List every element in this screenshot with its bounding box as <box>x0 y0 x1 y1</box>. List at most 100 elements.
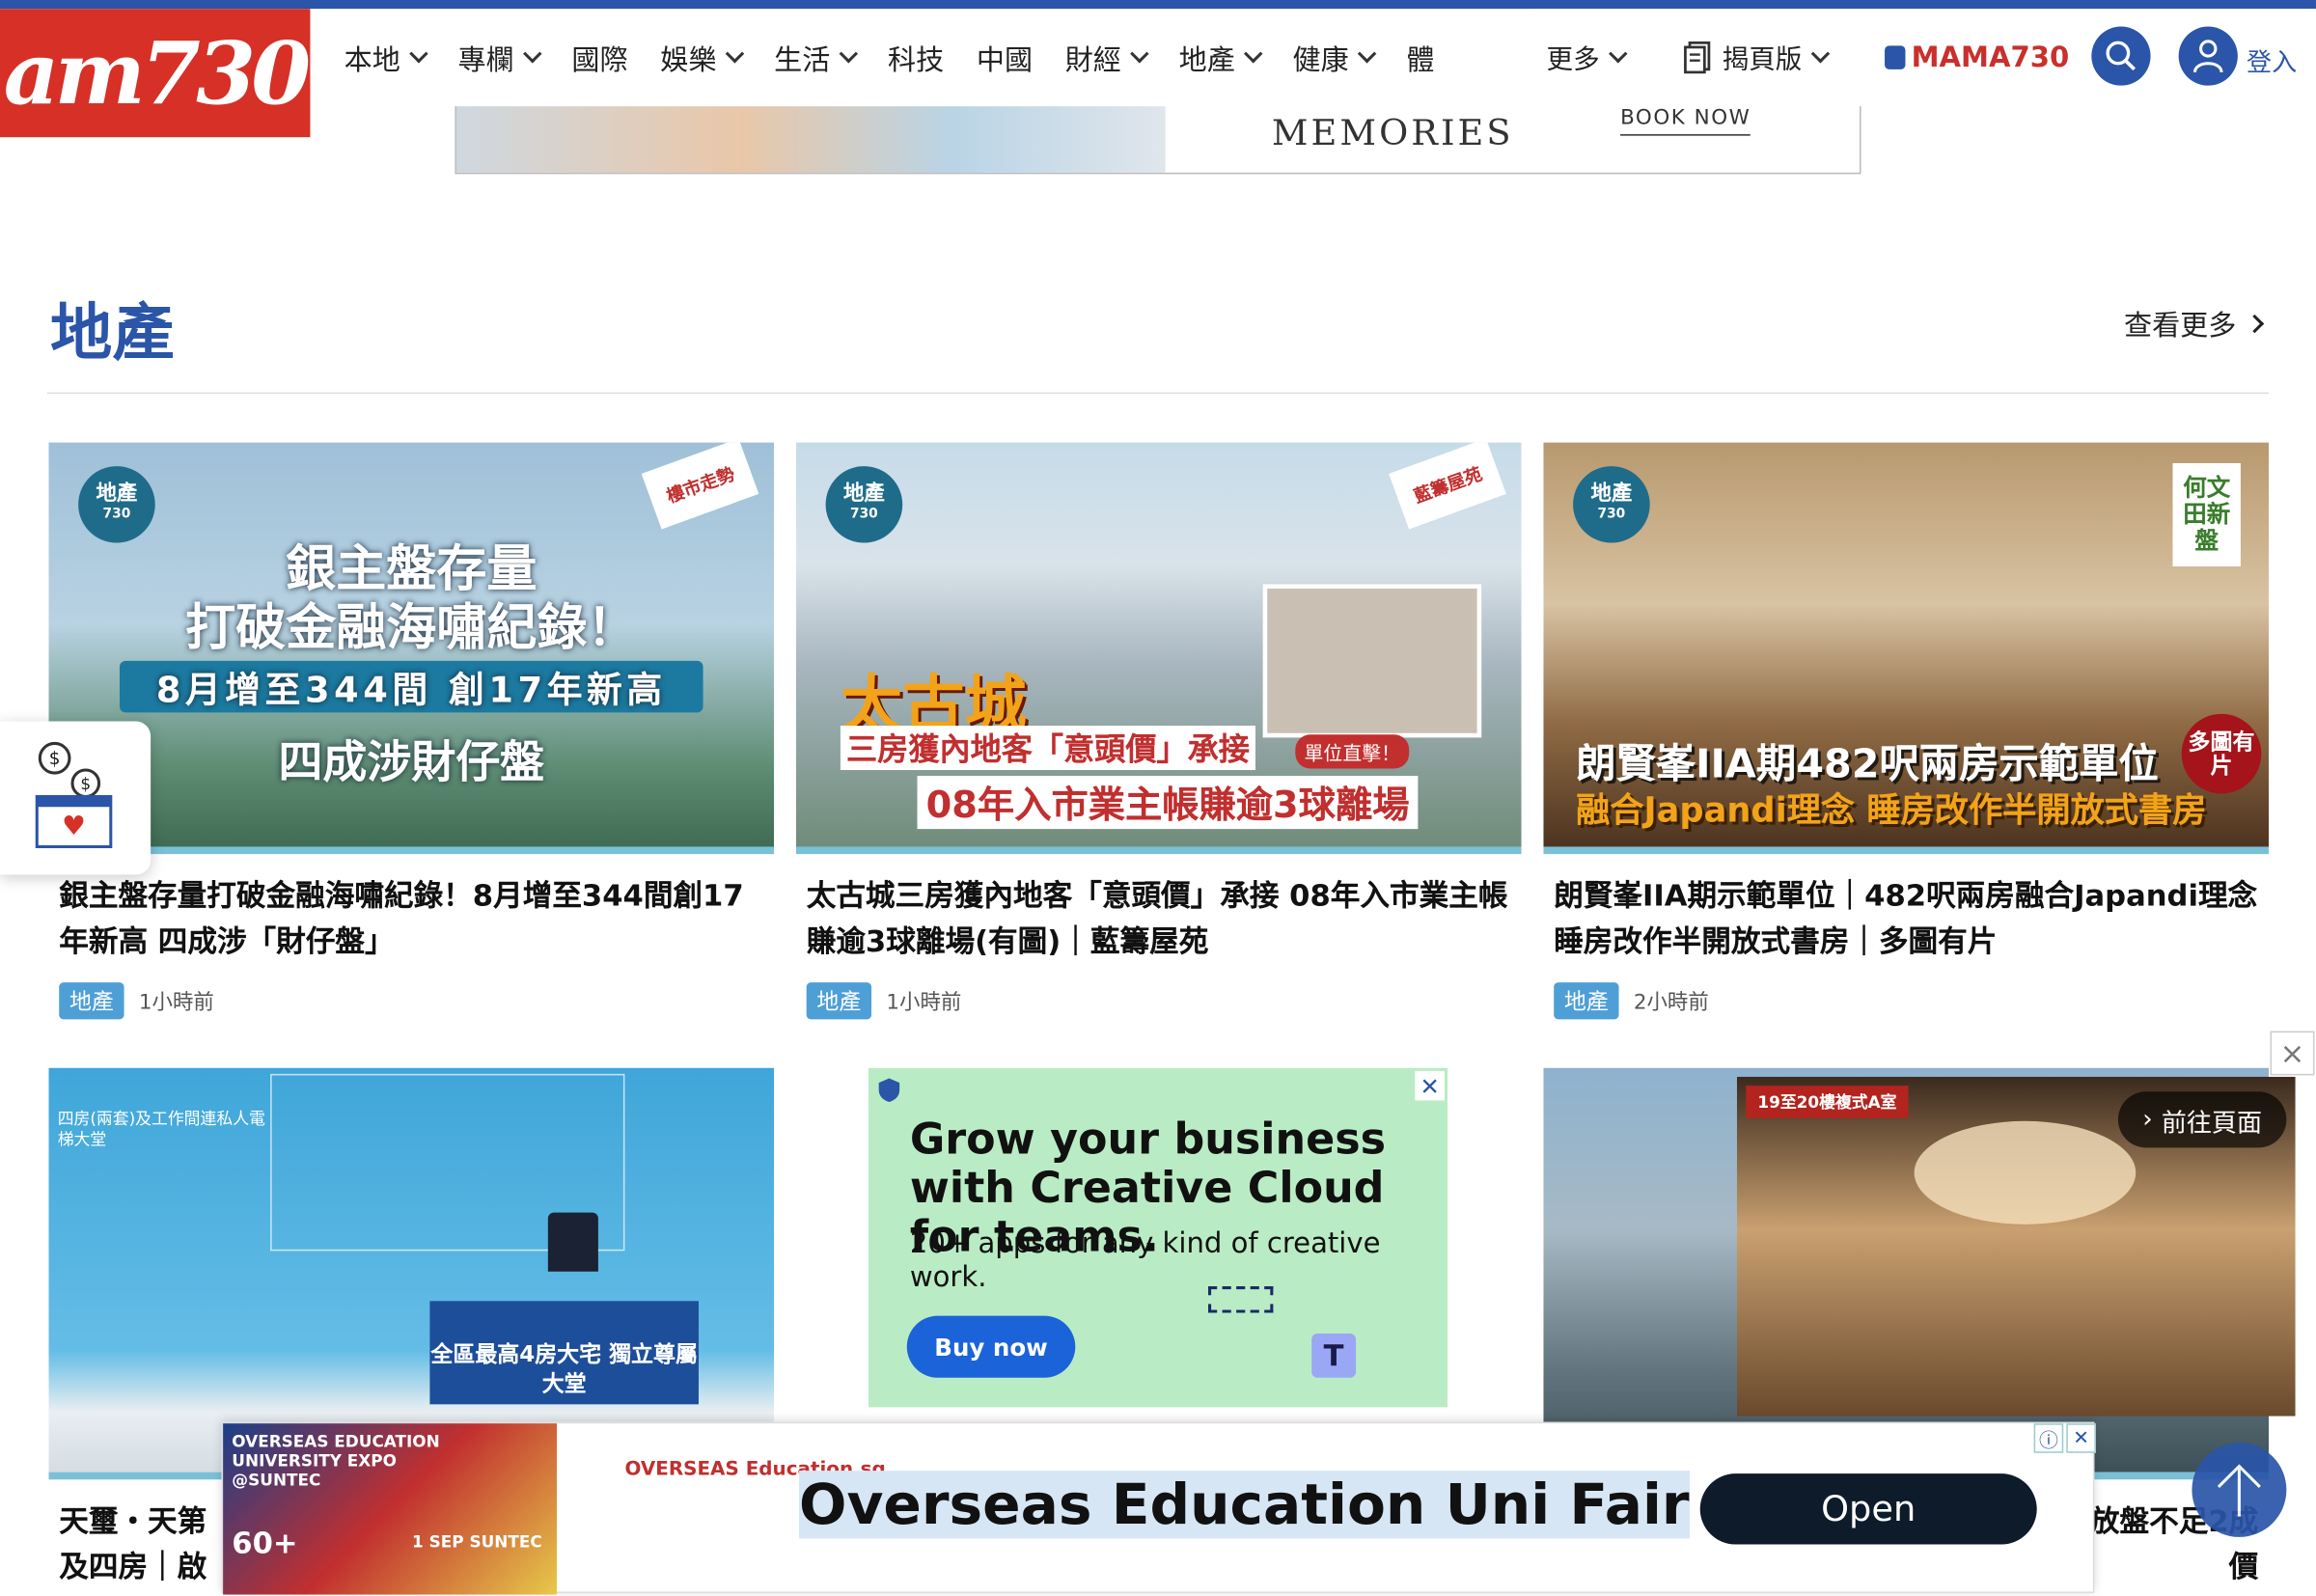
nav-item-label: 本地 <box>344 43 400 76</box>
user-icon <box>2192 40 2223 73</box>
thumb-line: 08年入市業主帳賺逾3球離場 <box>917 776 1419 830</box>
bottom-sticky-ad[interactable]: OVERSEAS EDUCATION UNIVERSITY EXPO @SUNT… <box>221 1421 2096 1595</box>
badge-sub: 730 <box>850 507 878 523</box>
text-tool-icon: T <box>1311 1333 1357 1378</box>
nav-more[interactable]: 更多 <box>1530 39 1641 77</box>
nav-item-china[interactable]: 中國 <box>960 38 1049 77</box>
see-more-link[interactable]: 查看更多 <box>2124 304 2265 344</box>
nav-item-international[interactable]: 國際 <box>556 38 645 77</box>
buy-now-button[interactable]: Buy now <box>906 1315 1076 1378</box>
ad-headline: Overseas Education Uni Fair <box>799 1471 1690 1539</box>
category-tag[interactable]: 地產 <box>806 982 872 1020</box>
go-to-page-label: 前往頁面 <box>2161 1108 2262 1139</box>
thumb-tag-2: 單位直擊！ <box>1295 734 1410 769</box>
top-banner-ad[interactable]: MEMORIES BOOK NOW <box>455 106 1861 175</box>
nav-item-label: 中國 <box>976 43 1034 76</box>
nav-item-sports[interactable]: 體 <box>1391 38 1451 77</box>
article-card[interactable]: 地產 730 藍籌屋苑 太古城 三房獲內地客「意頭價」承接 單位直擊！ 08年入市… <box>795 442 1522 1020</box>
ad-image: OVERSEAS EDUCATION UNIVERSITY EXPO @SUNT… <box>223 1423 558 1595</box>
thumb-inset-photo <box>1262 584 1482 738</box>
article-meta: 地產 2小時前 <box>1543 982 2269 1020</box>
ad-open-button[interactable]: Open <box>1699 1473 2037 1545</box>
chevron-down-icon <box>1244 43 1263 63</box>
article-time: 2小時前 <box>1633 990 1709 1014</box>
nav-item-lifestyle[interactable]: 生活 <box>758 38 871 77</box>
badge-sub: 730 <box>102 507 131 523</box>
arrow-up-icon <box>2217 1464 2261 1517</box>
banner-book-button[interactable]: BOOK NOW <box>1620 106 1751 136</box>
nav-item-entertainment[interactable]: 娛樂 <box>644 38 758 77</box>
article-thumbnail[interactable]: 地產 730 藍籌屋苑 太古城 三房獲內地客「意頭價」承接 單位直擊！ 08年入市… <box>795 442 1522 855</box>
category-tag[interactable]: 地產 <box>1554 982 1619 1020</box>
info-icon[interactable]: ⓘ <box>2033 1423 2064 1453</box>
chevron-down-icon <box>1130 43 1149 63</box>
thumb-caption: 四房(兩套)及工作間連私人電梯大堂 <box>57 1109 265 1149</box>
chevron-down-icon <box>523 43 542 63</box>
article-thumbnail[interactable]: 地產 730 樓市走勢 銀主盤存量 打破金融海嘯紀錄！ 8月增至344間 創17年… <box>48 442 775 855</box>
coin-icon: $ <box>70 768 101 799</box>
article-card[interactable]: 地產 730 樓市走勢 銀主盤存量 打破金融海嘯紀錄！ 8月增至344間 創17年… <box>48 442 775 1020</box>
chevron-right-icon: › <box>2142 1104 2153 1135</box>
go-to-page-button[interactable]: › 前往頁面 <box>2117 1091 2287 1148</box>
thumb-tag: 何文田新盤 <box>2172 463 2241 567</box>
nav-menu: 本地 專欄 國際 娛樂 生活 科技 中國 財經 地產 健康 體 <box>328 9 1451 106</box>
ad-close-button[interactable]: ✕ <box>1415 1070 1445 1101</box>
nav-item-local[interactable]: 本地 <box>328 38 442 77</box>
logo-text: am730 <box>3 22 311 124</box>
article-thumbnail[interactable]: 四房(兩套)及工作間連私人電梯大堂 全區最高4房大宅 獨立尊屬大堂 <box>48 1067 775 1480</box>
nav-item-columns[interactable]: 專欄 <box>442 38 556 77</box>
nav-item-label: 財經 <box>1064 43 1121 76</box>
site-logo[interactable]: am730 <box>0 9 311 138</box>
thumb-line: 朗賢峯IIA期482呎兩房示範單位 <box>1576 741 2159 788</box>
nav-item-property[interactable]: 地產 <box>1163 38 1277 77</box>
page: am730 本地 專欄 國際 娛樂 生活 科技 中國 財經 地產 健康 體 更多… <box>0 0 2316 1596</box>
podium-sign: 全區最高4房大宅 獨立尊屬大堂 <box>429 1301 699 1405</box>
creative-cloud-ad[interactable]: Grow your business with Creative Cloud f… <box>868 1067 1448 1408</box>
ad-close-button[interactable]: ✕ <box>2066 1423 2096 1453</box>
nav-item-label: 體 <box>1406 43 1435 76</box>
close-icon: × <box>2279 1035 2305 1071</box>
nav-item-label: 地產 <box>1178 43 1235 76</box>
category-tag[interactable]: 地產 <box>59 982 124 1020</box>
nav-epaper-label: 揭頁版 <box>1722 43 1803 75</box>
article-title[interactable]: 銀主盤存量打破金融海嘯紀錄！8月增至344間創17年新高 四成涉「財仔盤」 <box>49 873 775 965</box>
category-badge: 地產 730 <box>825 466 903 543</box>
epaper-icon <box>1684 41 1711 74</box>
article-title[interactable]: 太古城三房獲內地客「意頭價」承接 08年入市業主帳賺逾3球離場(有圖)｜藍籌屋苑 <box>796 873 1522 965</box>
article-title[interactable]: 朗賢峯IIA期示範單位｜482呎兩房融合Japandi理念 睡房改作半開放式書房… <box>1543 873 2269 965</box>
search-button[interactable] <box>2091 26 2151 86</box>
article-time: 1小時前 <box>886 990 962 1014</box>
nav-item-tech[interactable]: 科技 <box>871 38 960 77</box>
article-meta: 地產 1小時前 <box>49 982 775 1020</box>
nav-item-finance[interactable]: 財經 <box>1049 38 1163 77</box>
chevron-down-icon <box>1609 43 1628 63</box>
article-meta: 地產 1小時前 <box>796 982 1522 1020</box>
nav-item-health[interactable]: 健康 <box>1277 38 1391 77</box>
banner-image <box>455 106 1166 173</box>
nav-more-label: 更多 <box>1546 43 1600 75</box>
article-thumbnail[interactable]: 地產 730 何文田新盤 朗賢峯IIA期482呎兩房示範單位 融合Japandi理… <box>1543 442 2270 855</box>
see-more-label: 查看更多 <box>2124 310 2237 343</box>
thumb-tag: 藍籌屋苑 <box>1389 442 1506 530</box>
thumb-tag-2: 多圖有片 <box>2181 713 2262 794</box>
close-icon: ✕ <box>2073 1427 2089 1449</box>
mama730-link[interactable]: MAMA730 <box>1885 41 2069 73</box>
nav-item-label: 科技 <box>888 43 945 76</box>
coin-icon: $ <box>38 741 71 775</box>
article-card[interactable]: 地產 730 何文田新盤 朗賢峯IIA期482呎兩房示範單位 融合Japandi理… <box>1543 442 2270 1020</box>
nav-epaper[interactable]: 揭頁版 <box>1668 39 1843 77</box>
speaker <box>547 1212 598 1272</box>
badge-sub: 730 <box>1597 507 1626 523</box>
close-video-button[interactable]: × <box>2270 1031 2315 1076</box>
chevron-right-icon <box>2245 314 2265 334</box>
thumb-line: 打破金融海嘯紀錄！ <box>185 598 638 658</box>
heart-box-icon: ♥ <box>35 794 113 849</box>
login-link[interactable]: 登入 <box>2247 41 2297 78</box>
floating-rewards-widget[interactable]: $ $ ♥ <box>0 721 152 875</box>
chevron-down-icon <box>409 43 428 63</box>
thumb-line: 融合Japandi理念 睡房改作半開放式書房 <box>1576 791 2207 831</box>
ad-controls: ⓘ ✕ <box>2033 1423 2096 1453</box>
scroll-to-top-button[interactable] <box>2192 1443 2287 1537</box>
user-button[interactable] <box>2178 26 2238 86</box>
article-time: 1小時前 <box>138 990 214 1014</box>
